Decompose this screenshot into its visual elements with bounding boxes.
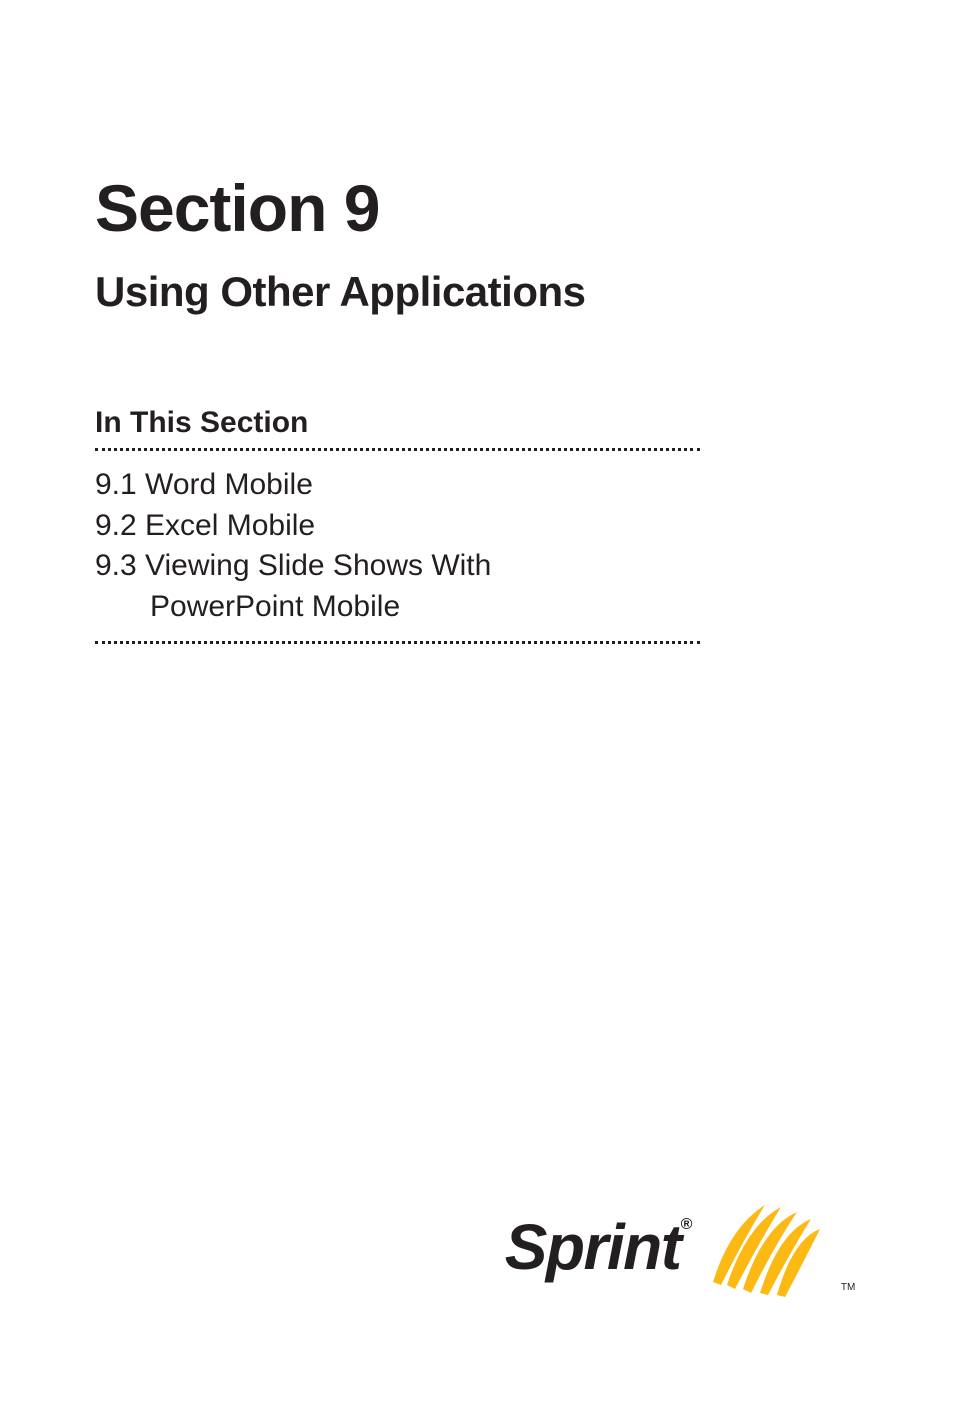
toc-item: 9.3 Viewing Slide Shows With — [95, 546, 859, 587]
trademark: TM — [841, 1282, 855, 1293]
in-this-section-header: In This Section — [95, 406, 859, 440]
sprint-logo-text: Sprint® — [505, 1210, 691, 1284]
toc-item: 9.1 Word Mobile — [95, 465, 859, 506]
dotted-rule-bottom — [95, 641, 700, 644]
toc-item-continuation: PowerPoint Mobile — [95, 587, 859, 628]
section-title: Using Other Applications — [95, 268, 859, 316]
sprint-logo: Sprint® TM — [499, 1197, 859, 1297]
dotted-rule-top — [95, 448, 700, 451]
toc-item: 9.2 Excel Mobile — [95, 506, 859, 547]
section-number: Section 9 — [95, 170, 859, 246]
toc-list: 9.1 Word Mobile 9.2 Excel Mobile 9.3 Vie… — [95, 465, 859, 627]
registered-mark: ® — [681, 1216, 691, 1233]
sprint-fan-icon — [705, 1197, 825, 1297]
brand-name: Sprint — [505, 1211, 681, 1283]
